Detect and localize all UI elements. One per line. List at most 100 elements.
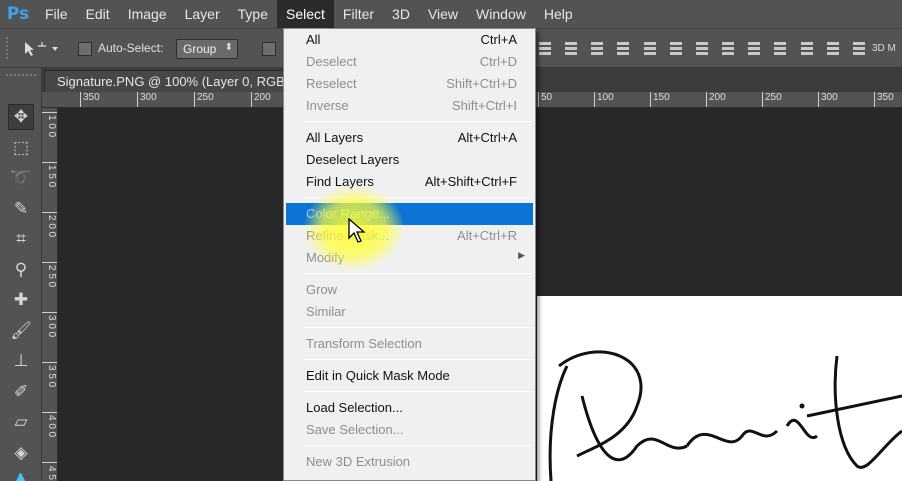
menu-edit[interactable]: Edit (77, 0, 119, 28)
menu-item-all-layers[interactable]: All Layers Alt+Ctrl+A (286, 127, 533, 149)
toolbox-grip-handle[interactable] (6, 74, 36, 82)
menu-item-label: Similar (306, 304, 346, 319)
menu-item-label: Grow (306, 282, 338, 297)
menu-filter[interactable]: Filter (334, 0, 383, 28)
marquee-tool-icon[interactable]: ⬚ (8, 135, 34, 161)
menu-item-label: All Layers (306, 130, 364, 145)
menu-type[interactable]: Type (229, 0, 277, 28)
lasso-tool-icon[interactable]: ➰ (8, 165, 34, 191)
menu-item-new-3d-extrusion[interactable]: New 3D Extrusion (286, 451, 533, 473)
menu-item-reselect[interactable]: Reselect Shift+Ctrl+D (286, 73, 533, 95)
auto-select-label: Auto-Select: (98, 41, 164, 55)
ruler-tick-label: 200 (706, 92, 726, 107)
menu-item-grow[interactable]: Grow (286, 279, 533, 301)
menu-layer[interactable]: Layer (176, 0, 229, 28)
menu-item-refine-mask[interactable]: Refine Mask... Alt+Ctrl+R (286, 225, 533, 247)
ruler-tick-label: 3 5 0 (42, 362, 57, 387)
menu-item-modify[interactable]: Modify ▶ (286, 247, 533, 269)
options-grip-handle[interactable] (6, 37, 10, 59)
menu-3d[interactable]: 3D (383, 0, 419, 28)
ruler-tick-label: 300 (137, 92, 157, 107)
menu-item-find-layers[interactable]: Find Layers Alt+Shift+Ctrl+F (286, 171, 533, 193)
ruler-tick-label: 100 (594, 92, 614, 107)
menu-item-load-selection[interactable]: Load Selection... (286, 397, 533, 419)
menu-separator (304, 391, 531, 392)
document-canvas[interactable] (537, 296, 902, 481)
healing-brush-tool-icon[interactable]: ✚ (8, 287, 34, 313)
align-distribute-icon[interactable] (667, 39, 683, 57)
ruler-tick-label: 250 (194, 92, 214, 107)
menu-help[interactable]: Help (535, 0, 582, 28)
align-distribute-icon[interactable] (614, 39, 630, 57)
menu-item-label: Modify (306, 250, 345, 265)
menu-item-similar[interactable]: Similar (286, 301, 533, 323)
select-menu-dropdown: All Ctrl+A Deselect Ctrl+D Reselect Shift+Ctr… (283, 28, 536, 481)
menu-separator (304, 327, 531, 328)
menu-window[interactable]: Window (467, 0, 535, 28)
menu-item-transform-selection[interactable]: Transform Selection (286, 333, 533, 355)
paint-bucket-tool-icon[interactable]: ◈ (8, 440, 34, 466)
signature-image (548, 350, 902, 481)
menu-item-shortcut: Alt+Shift+Ctrl+F (424, 174, 517, 189)
menu-item-color-range[interactable]: Color Range... (286, 203, 533, 225)
menu-item-shortcut: Alt+Ctrl+R (457, 228, 517, 243)
ruler-tick-label: 3 0 0 (42, 312, 57, 337)
menu-item-shortcut: Ctrl+A (480, 32, 517, 47)
show-transform-controls-checkbox[interactable] (262, 42, 276, 56)
menu-item-label: Color Range... (306, 206, 390, 221)
menu-separator (304, 359, 531, 360)
align-distribute-icon[interactable] (824, 39, 840, 57)
align-distribute-icon[interactable] (536, 39, 552, 57)
menu-bar: Ps File Edit Image Layer Type Select Filter 3D V… (0, 0, 902, 28)
ruler-tick-label: 350 (80, 92, 100, 107)
crop-tool-icon[interactable]: ⌗ (8, 226, 34, 252)
3d-mode-label: 3D M (872, 43, 896, 54)
auto-select-checkbox[interactable] (78, 42, 92, 56)
align-distribute-icon[interactable] (850, 39, 866, 57)
menu-item-save-selection[interactable]: Save Selection... (286, 419, 533, 441)
menu-item-label: Refine Mask... (306, 228, 390, 243)
ruler-tick-label: 300 (818, 92, 838, 107)
quick-select-tool-icon[interactable]: ✎ (8, 196, 34, 222)
menu-view[interactable]: View (419, 0, 467, 28)
submenu-arrow-icon: ▶ (518, 250, 525, 260)
menu-item-shortcut: Ctrl+D (479, 54, 517, 69)
ruler-tick-label: 1 5 0 (42, 162, 57, 187)
auto-select-target-select[interactable]: Group (176, 39, 238, 59)
ruler-tick-label: 2 0 0 (42, 212, 57, 237)
menu-item-all[interactable]: All Ctrl+A (286, 29, 533, 51)
menu-file[interactable]: File (36, 0, 77, 28)
align-distribute-icon[interactable] (693, 39, 709, 57)
align-distribute-icon[interactable] (562, 39, 578, 57)
photoshop-logo-icon[interactable]: Ps (0, 0, 36, 28)
move-tool-preset-icon[interactable] (22, 39, 62, 59)
align-distribute-icon[interactable] (771, 39, 787, 57)
align-distribute-icon[interactable] (798, 39, 814, 57)
blur-tool-icon[interactable]: 💧 (8, 470, 34, 481)
menu-item-label: Deselect (306, 54, 357, 69)
align-distribute-icon[interactable] (588, 39, 604, 57)
menu-image[interactable]: Image (119, 0, 176, 28)
menu-item-deselect[interactable]: Deselect Ctrl+D (286, 51, 533, 73)
brush-tool-icon[interactable]: 🖌 (8, 318, 34, 344)
menu-item-label: Reselect (306, 76, 357, 91)
menu-item-deselect-layers[interactable]: Deselect Layers (286, 149, 533, 171)
align-distribute-icon[interactable] (745, 39, 761, 57)
eyedropper-tool-icon[interactable]: ⚲ (8, 257, 34, 283)
history-brush-tool-icon[interactable]: ✐ (8, 379, 34, 405)
align-distribute-icon[interactable] (719, 39, 735, 57)
menu-select[interactable]: Select (277, 0, 334, 28)
eraser-tool-icon[interactable]: ▱ (8, 409, 34, 435)
menu-item-label: All (306, 32, 321, 47)
vertical-ruler[interactable]: 1 0 0 1 5 0 2 0 0 2 5 0 3 0 0 3 5 0 4 0 0 4 5 0 (42, 108, 58, 481)
menu-item-edit-in-quick-mask-mode[interactable]: Edit in Quick Mask Mode (286, 365, 533, 387)
menu-item-inverse[interactable]: Inverse Shift+Ctrl+I (286, 95, 533, 117)
align-distribute-buttons (536, 39, 866, 59)
align-distribute-icon[interactable] (641, 39, 657, 57)
clone-stamp-tool-icon[interactable]: ⊥ (8, 348, 34, 374)
menu-item-label: Edit in Quick Mask Mode (306, 368, 450, 383)
move-tool-icon[interactable]: ✥ (8, 104, 34, 130)
menu-separator (304, 273, 531, 274)
menu-item-label: Save Selection... (306, 422, 404, 437)
menu-separator (304, 121, 531, 122)
